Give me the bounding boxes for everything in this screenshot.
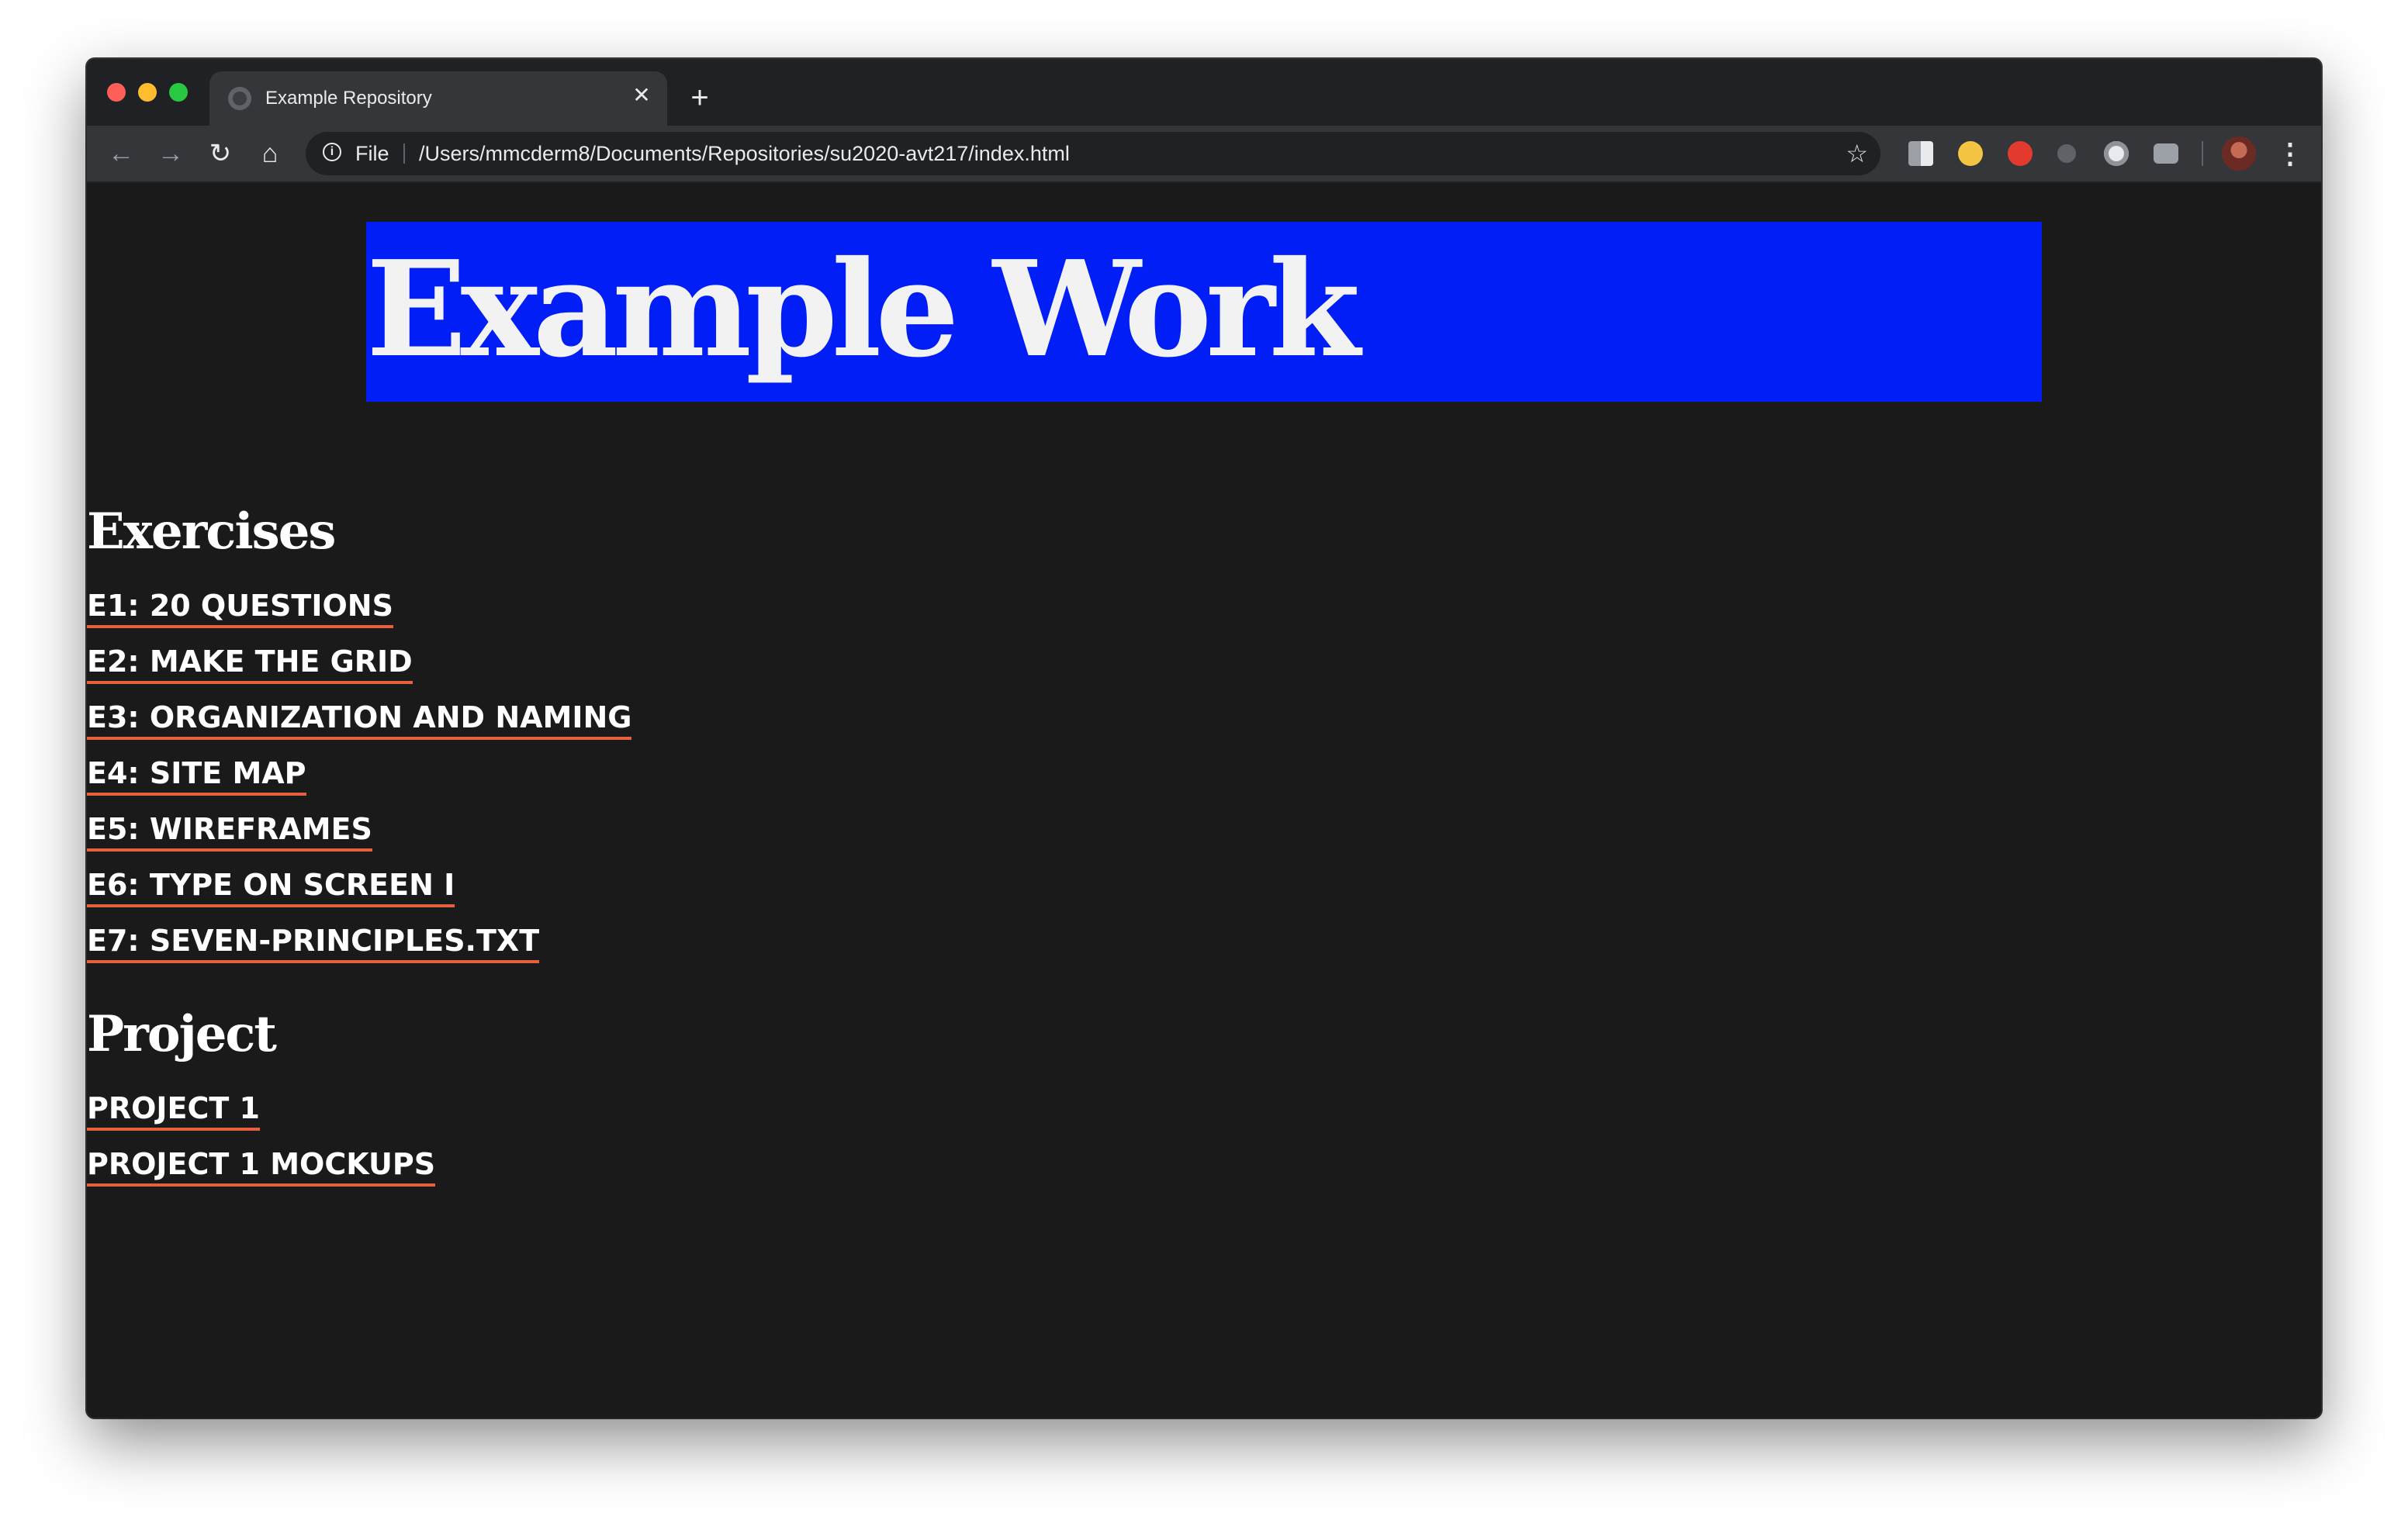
link-project-1-mockups[interactable]: PROJECT 1 MOCKUPS xyxy=(87,1145,436,1187)
toolbar-divider xyxy=(2202,141,2203,166)
link-e7[interactable]: E7: SEVEN-PRINCIPLES.TXT xyxy=(87,921,540,963)
info-icon[interactable]: i xyxy=(323,143,341,161)
back-arrow-icon[interactable]: ← xyxy=(102,135,140,172)
kebab-menu-icon[interactable]: ⋮ xyxy=(2276,135,2304,172)
url-scheme-label: File xyxy=(355,142,389,165)
page-title: Example Work xyxy=(366,232,1361,387)
link-e4[interactable]: E4: SITE MAP xyxy=(87,754,306,796)
exercises-link-list: E1: 20 QUESTIONS E2: MAKE THE GRID E3: O… xyxy=(87,586,632,977)
link-e2[interactable]: E2: MAKE THE GRID xyxy=(87,642,413,684)
extension-stop-icon[interactable] xyxy=(2008,141,2033,166)
link-project-1[interactable]: PROJECT 1 xyxy=(87,1089,260,1131)
url-text[interactable]: /Users/mmcderm8/Documents/Repositories/s… xyxy=(419,140,1070,168)
forward-arrow-icon[interactable]: → xyxy=(152,135,189,172)
extension-emoji-icon[interactable] xyxy=(1958,141,1983,166)
extension-dot-icon[interactable] xyxy=(2057,144,2076,163)
url-separator xyxy=(403,143,405,164)
list-item: PROJECT 1 xyxy=(87,1089,435,1145)
section-heading-exercises: Exercises xyxy=(87,503,336,561)
globe-icon xyxy=(228,87,251,110)
tab-example-repository[interactable]: Example Repository ✕ xyxy=(209,71,667,126)
list-item: E6: TYPE ON SCREEN I xyxy=(87,865,631,921)
link-e5[interactable]: E5: WIREFRAMES xyxy=(87,810,372,852)
address-bar[interactable]: i File /Users/mmcderm8/Documents/Reposit… xyxy=(306,132,1880,175)
minimize-window-button[interactable] xyxy=(138,83,157,102)
link-e3[interactable]: E3: ORGANIZATION AND NAMING xyxy=(87,698,632,740)
extension-circle-icon[interactable] xyxy=(2104,141,2129,166)
list-item: E2: MAKE THE GRID xyxy=(87,642,631,698)
maximize-window-button[interactable] xyxy=(169,83,188,102)
list-item: E1: 20 QUESTIONS xyxy=(87,586,631,642)
list-item: E7: SEVEN-PRINCIPLES.TXT xyxy=(87,921,631,977)
tab-title: Example Repository xyxy=(265,88,432,109)
hero-banner: Example Work xyxy=(366,222,2042,402)
tab-strip: Example Repository ✕ + xyxy=(87,59,2321,126)
profile-avatar[interactable] xyxy=(2222,136,2256,171)
list-item: PROJECT 1 MOCKUPS xyxy=(87,1145,436,1201)
close-window-button[interactable] xyxy=(107,83,126,102)
section-heading-project: Project xyxy=(87,1005,277,1063)
new-tab-button[interactable]: + xyxy=(684,82,715,113)
extension-camera-icon[interactable] xyxy=(2154,143,2178,164)
extension-tab-icon[interactable] xyxy=(1908,141,1933,166)
browser-toolbar: ← → ↻ ⌂ i File /Users/mmcderm8/Documents… xyxy=(87,126,2321,183)
bookmark-star-icon[interactable]: ☆ xyxy=(1846,138,1868,169)
list-item: E5: WIREFRAMES xyxy=(87,810,631,865)
list-item: E3: ORGANIZATION AND NAMING xyxy=(87,698,632,754)
project-link-list: PROJECT 1 PROJECT 1 MOCKUPS xyxy=(87,1089,436,1201)
close-icon[interactable]: ✕ xyxy=(628,82,655,109)
list-item: E4: SITE MAP xyxy=(87,754,631,810)
reload-icon[interactable]: ↻ xyxy=(202,135,239,172)
link-e1[interactable]: E1: 20 QUESTIONS xyxy=(87,586,393,628)
page-content: Example Work Exercises E1: 20 QUESTIONS … xyxy=(87,183,2321,1418)
home-icon[interactable]: ⌂ xyxy=(251,135,289,172)
link-e6[interactable]: E6: TYPE ON SCREEN I xyxy=(87,865,455,907)
browser-window: Example Repository ✕ + ← → ↻ ⌂ i File /U… xyxy=(87,59,2321,1418)
